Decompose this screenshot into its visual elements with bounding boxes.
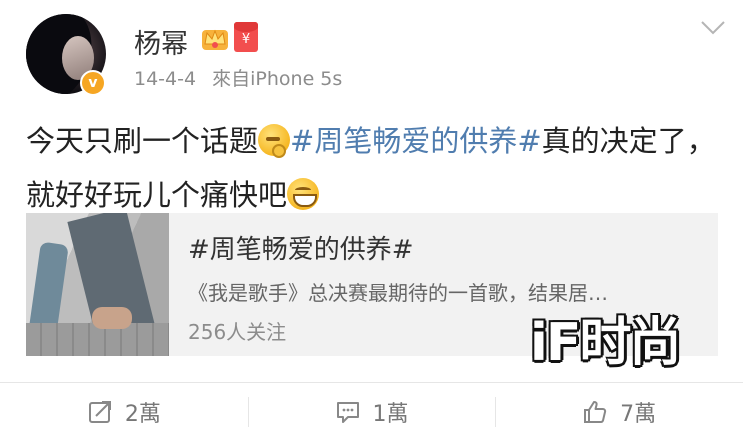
topic-link[interactable]: #周笔畅爱的供养# — [290, 124, 542, 158]
topic-card-followers: 256人关注 — [188, 320, 287, 344]
watermark-logo: iF时尚 — [530, 313, 681, 373]
thinking-emoji-icon — [258, 124, 291, 158]
verified-badge-icon: v — [80, 70, 106, 96]
comment-count: 1萬 — [372, 401, 409, 427]
thumbs-up-icon — [584, 400, 607, 423]
chevron-down-icon[interactable] — [700, 18, 726, 38]
post-date: 14-4-4 — [134, 68, 197, 90]
post-source: 來自iPhone 5s — [212, 68, 343, 90]
content-text-before: 今天只刷一个话题 — [26, 124, 259, 158]
redpacket-icon[interactable]: ¥ — [234, 22, 258, 52]
crown-icon[interactable] — [200, 24, 230, 52]
weibo-post: v 杨幂 ¥ 14-4-4 來自iPhone 5s 今天只刷一个话题 #周笔畅爱的… — [0, 0, 743, 382]
comment-button[interactable]: 1萬 — [247, 383, 496, 440]
repost-icon — [88, 400, 111, 423]
author-name[interactable]: 杨幂 — [134, 22, 188, 61]
grin-emoji-icon — [287, 178, 320, 210]
thumbnail-hand — [92, 307, 132, 329]
topic-card-title: #周笔畅爱的供养# — [188, 235, 414, 265]
repost-button[interactable]: 2萬 — [0, 383, 248, 440]
action-bar: 2萬 1萬 7萬 — [0, 382, 743, 440]
like-count: 7萬 — [620, 401, 657, 427]
comment-icon — [336, 401, 359, 423]
repost-count: 2萬 — [124, 401, 161, 427]
redpacket-label: ¥ — [241, 32, 251, 47]
like-button[interactable]: 7萬 — [495, 383, 743, 440]
post-content: 今天只刷一个话题 #周笔畅爱的供养#真的决定了，就好好玩儿个痛快吧 — [26, 114, 716, 222]
topic-card-thumbnail — [26, 213, 169, 356]
post-meta: 14-4-4 來自iPhone 5s — [134, 64, 342, 91]
